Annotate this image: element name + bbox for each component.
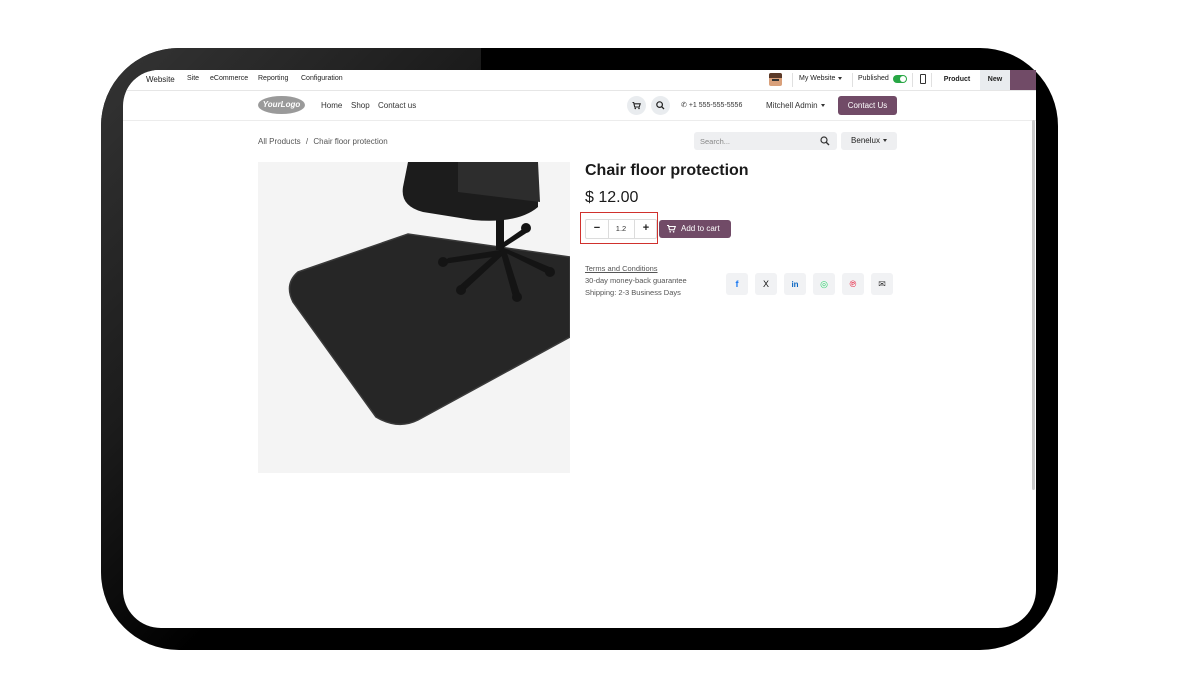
cart-button[interactable] — [627, 96, 646, 115]
pinterest-icon: ℗ — [849, 279, 857, 289]
search-button[interactable] — [651, 96, 670, 115]
product-button[interactable]: Product — [934, 70, 980, 90]
cart-icon — [632, 101, 641, 110]
nav-shop[interactable]: Shop — [351, 101, 370, 110]
website-selector[interactable]: My Website — [799, 75, 843, 82]
site-header: YourLogo Home Shop Contact us ✆ +1 555-5… — [123, 91, 1036, 121]
menu-configuration[interactable]: Configuration — [301, 75, 343, 82]
terms-link[interactable]: Terms and Conditions — [585, 264, 658, 273]
share-whatsapp[interactable]: ◎ — [813, 273, 835, 295]
avatar[interactable] — [769, 73, 782, 86]
browser-screen: Website Site eCommerce Reporting Configu… — [123, 70, 1036, 628]
email-icon: ✉ — [878, 279, 886, 289]
quantity-decrease-button[interactable]: − — [586, 220, 609, 238]
contact-us-button[interactable]: Contact Us — [838, 96, 897, 115]
add-to-cart-label: Add to cart — [681, 224, 720, 233]
quantity-increase-button[interactable]: + — [634, 220, 657, 238]
product-image[interactable] — [258, 162, 570, 473]
guarantee-text: 30-day money-back guarantee — [585, 276, 687, 285]
product-price: $ 12.00 — [585, 189, 639, 206]
divider — [912, 73, 913, 87]
menu-reporting[interactable]: Reporting — [258, 75, 288, 82]
pricelist-dropdown[interactable]: Benelux — [841, 132, 897, 150]
share-pinterest[interactable]: ℗ — [842, 273, 864, 295]
menu-ecommerce[interactable]: eCommerce — [210, 75, 248, 82]
product-title: Chair floor protection — [585, 162, 749, 179]
search-icon[interactable] — [820, 136, 830, 146]
x-twitter-icon: X — [762, 279, 769, 289]
admin-bar: Website Site eCommerce Reporting Configu… — [123, 70, 1036, 91]
share-facebook[interactable]: f — [726, 273, 748, 295]
pricelist-label: Benelux — [851, 136, 880, 145]
quantity-input[interactable]: 1.2 — [608, 220, 634, 238]
shipping-text: Shipping: 2-3 Business Days — [585, 288, 681, 297]
site-logo[interactable]: YourLogo — [258, 96, 305, 114]
app-name[interactable]: Website — [146, 75, 175, 84]
search-icon — [656, 101, 665, 110]
published-toggle[interactable] — [893, 75, 907, 83]
share-x[interactable]: X — [755, 273, 777, 295]
edit-button[interactable] — [1010, 70, 1036, 90]
breadcrumb-all-products[interactable]: All Products — [258, 137, 301, 146]
product-search-input[interactable]: Search... — [694, 132, 837, 150]
facebook-icon: f — [735, 279, 739, 289]
user-menu[interactable]: Mitchell Admin — [766, 101, 825, 110]
breadcrumb-separator: / — [305, 137, 309, 146]
breadcrumb: All Products / Chair floor protection — [258, 137, 388, 146]
phone-number[interactable]: ✆ +1 555-555-5556 — [681, 101, 742, 109]
quantity-stepper: − 1.2 + — [585, 219, 657, 239]
mobile-preview-icon[interactable] — [920, 74, 926, 84]
share-email[interactable]: ✉ — [871, 273, 893, 295]
user-name: Mitchell Admin — [766, 101, 818, 110]
cart-icon — [667, 225, 676, 233]
add-to-cart-button[interactable]: Add to cart — [659, 220, 731, 238]
nav-contact[interactable]: Contact us — [378, 101, 416, 110]
divider — [792, 73, 793, 87]
divider — [852, 73, 853, 87]
phone-text: +1 555-555-5556 — [688, 102, 743, 109]
breadcrumb-current: Chair floor protection — [313, 137, 388, 146]
share-linkedin[interactable]: in — [784, 273, 806, 295]
search-placeholder: Search... — [700, 137, 731, 146]
divider — [931, 73, 932, 87]
menu-site[interactable]: Site — [187, 75, 199, 82]
scrollbar[interactable] — [1032, 120, 1035, 490]
chair-mat-illustration — [288, 162, 570, 426]
chevron-down-icon — [838, 76, 843, 80]
chevron-down-icon — [882, 139, 887, 143]
nav-home[interactable]: Home — [321, 101, 342, 110]
website-selector-label: My Website — [799, 75, 836, 82]
new-button[interactable]: New — [980, 70, 1010, 90]
phone-icon: ✆ — [681, 102, 687, 109]
linkedin-icon: in — [791, 280, 799, 289]
chevron-down-icon — [820, 104, 825, 108]
whatsapp-icon: ◎ — [820, 279, 828, 289]
published-label: Published — [858, 75, 889, 82]
